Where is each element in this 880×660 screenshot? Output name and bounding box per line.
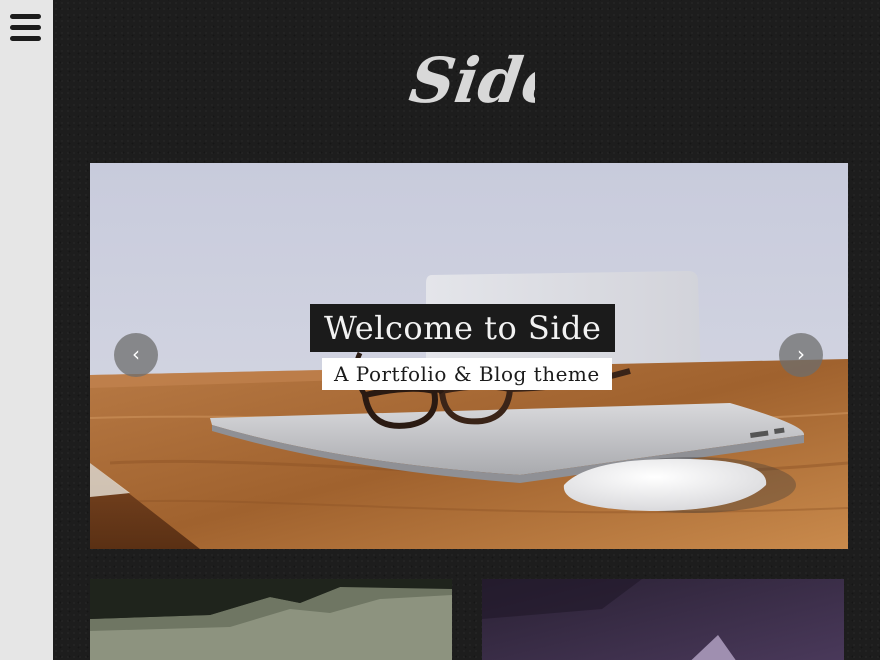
chevron-right-icon: › <box>797 342 805 366</box>
hamburger-menu-icon[interactable] <box>10 14 42 42</box>
logo-text: Side <box>405 44 535 114</box>
slider-prev-button[interactable]: ‹ <box>114 333 158 377</box>
main-content: Side Welcome to Side A Portfolio & Blog … <box>53 0 880 660</box>
portfolio-card[interactable] <box>482 579 844 660</box>
slide-title: Welcome to Side <box>310 304 616 352</box>
card-image <box>90 579 452 660</box>
site-logo[interactable]: Side <box>405 34 535 114</box>
menu-bar <box>10 36 41 41</box>
menu-bar <box>10 25 41 30</box>
slide-subtitle: A Portfolio & Blog theme <box>322 358 612 390</box>
hero-image <box>90 163 848 549</box>
card-image <box>482 579 844 660</box>
chevron-left-icon: ‹ <box>132 342 140 366</box>
portfolio-card[interactable] <box>90 579 452 660</box>
hero-slider: Welcome to Side A Portfolio & Blog theme… <box>90 163 848 549</box>
slider-next-button[interactable]: › <box>779 333 823 377</box>
sidebar <box>0 0 53 660</box>
menu-bar <box>10 14 41 19</box>
